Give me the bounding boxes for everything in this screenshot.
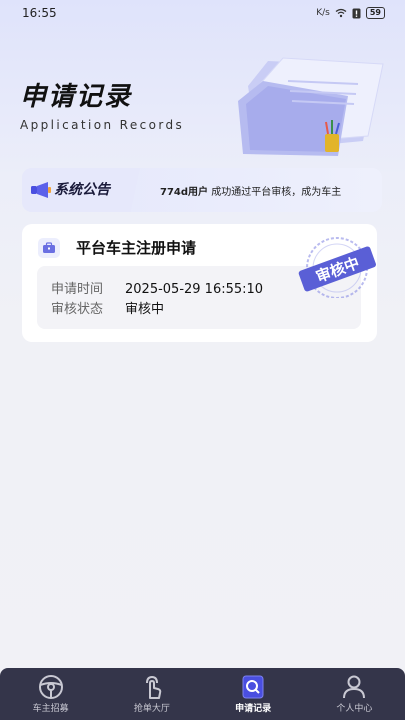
review-status-value: 审核中 [125, 302, 165, 317]
detail-row-review-status: 审核状态 审核中 [51, 298, 164, 317]
announcement-label: 系统公告 [54, 182, 110, 198]
tab-records-label: 申请记录 [235, 704, 272, 714]
steering-wheel-icon [38, 675, 63, 699]
network-speed-icon: K/s [316, 8, 330, 18]
announcement-message: 成功通过平台审核，成为车主 [211, 187, 342, 198]
notification-icon [352, 8, 361, 18]
apply-time-value: 2025-05-29 16:55:10 [125, 282, 264, 297]
tab-recruit[interactable]: 车主招募 [0, 668, 101, 720]
person-icon [343, 675, 366, 699]
tab-order-hall[interactable]: 抢单大厅 [101, 668, 202, 720]
tab-profile-label: 个人中心 [336, 704, 373, 714]
review-status-label: 审核状态 [51, 302, 104, 317]
announcement-user: 774d用户 [160, 187, 209, 198]
application-card[interactable]: 平台车主注册申请 申请时间 2025-05-29 16:55:10 审核状态 审核中… [22, 224, 377, 342]
battery-icon: 59 [365, 7, 385, 19]
page-title: 申请记录 [20, 82, 133, 112]
megaphone-icon [31, 182, 51, 198]
document-illustration [238, 57, 384, 156]
apply-time-label: 申请时间 [51, 282, 104, 297]
tap-hand-icon [145, 675, 162, 699]
status-icons: K/s 59 [316, 7, 385, 19]
announcement-text: 774d用户 成功通过平台审核，成为车主 [160, 183, 341, 198]
wifi-icon [335, 8, 347, 18]
tab-order-hall-label: 抢单大厅 [133, 704, 170, 714]
page-subtitle: Application Records [20, 118, 185, 132]
tab-recruit-label: 车主招募 [32, 704, 69, 714]
system-announcement[interactable]: 系统公告 774d用户 成功通过平台审核，成为车主 [22, 168, 382, 212]
status-bar: 16:55 K/s 59 [0, 0, 405, 28]
tab-profile[interactable]: 个人中心 [304, 668, 405, 720]
application-title: 平台车主注册申请 [76, 239, 197, 257]
detail-row-apply-time: 申请时间 2025-05-29 16:55:10 [51, 278, 263, 297]
tab-records[interactable]: 申请记录 [203, 668, 304, 720]
status-time: 16:55 [22, 6, 57, 20]
status-stamp: 审核中 [298, 237, 376, 298]
search-doc-icon [242, 675, 264, 699]
bottom-tab-bar: 车主招募 抢单大厅 申请记录 个人中心 [0, 668, 405, 720]
briefcase-icon [38, 238, 60, 258]
